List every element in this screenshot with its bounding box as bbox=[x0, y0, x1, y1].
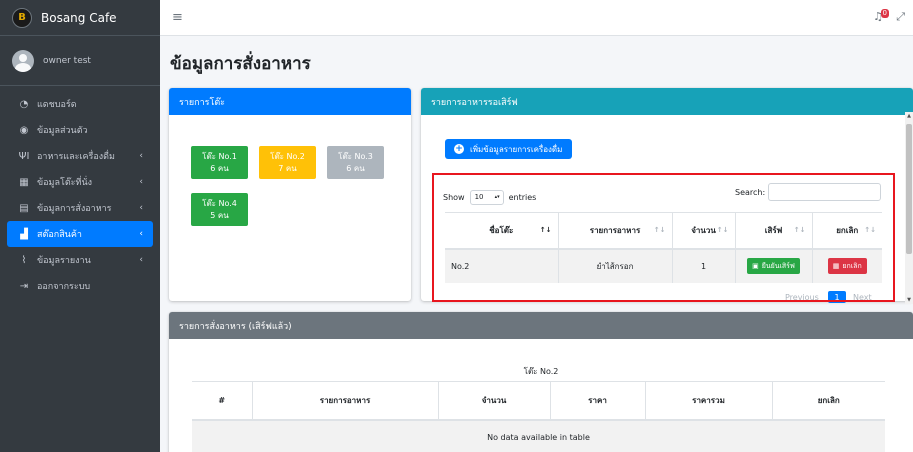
table-tile-4[interactable]: โต๊ะ No.4 5 คน bbox=[191, 193, 248, 226]
boxes-icon: ▟ bbox=[20, 228, 28, 240]
clipboard-icon: ▤ bbox=[19, 202, 29, 214]
sidebar-item-label: แดชบอร์ด bbox=[37, 100, 77, 110]
chevron-left-icon: ‹ bbox=[139, 255, 143, 265]
column-header-total[interactable]: ราคารวม bbox=[644, 381, 772, 421]
plus-circle-icon: + bbox=[454, 144, 464, 154]
pending-card-header: รายการอาหารรอเสิร์ฟ bbox=[421, 88, 913, 115]
scroll-down-icon[interactable]: ▼ bbox=[905, 297, 913, 303]
table-name: โต๊ะ No.1 bbox=[202, 151, 237, 161]
sidebar-item-label: ข้อมูลการสั่งอาหาร bbox=[37, 204, 112, 214]
user-circle-icon: ◉ bbox=[19, 124, 29, 136]
table-seats: 6 คน bbox=[346, 163, 365, 173]
column-header-food[interactable]: รายการอาหาร bbox=[251, 381, 438, 421]
notification-badge: 0 bbox=[880, 9, 889, 18]
served-table-subtitle: โต๊ะ No.2 bbox=[523, 367, 559, 376]
table-tile-2[interactable]: โต๊ะ No.2 7 คน bbox=[259, 146, 316, 179]
top-navbar: ≡ ♫ 0 ⤢ bbox=[160, 0, 913, 36]
user-name: owner test bbox=[43, 55, 91, 66]
table-seats: 5 คน bbox=[210, 210, 229, 220]
column-header-index[interactable]: # bbox=[192, 381, 252, 421]
chevron-left-icon: ‹ bbox=[139, 151, 143, 161]
table-icon: ▦ bbox=[19, 176, 29, 188]
sidebar-item-7[interactable]: ⌇ ข้อมูลรายงาน ‹ bbox=[7, 247, 153, 273]
table-tile-3[interactable]: โต๊ะ No.3 6 คน bbox=[327, 146, 384, 179]
sidebar-item-1[interactable]: ◔ แดชบอร์ด bbox=[7, 91, 153, 117]
menu-toggle-icon[interactable]: ≡ bbox=[172, 10, 183, 25]
brand-name: Bosang Cafe bbox=[41, 10, 117, 25]
table-seats: 6 คน bbox=[210, 163, 229, 173]
empty-table-message: No data available in table bbox=[192, 419, 885, 452]
sidebar-item-label: ออกจากระบบ bbox=[37, 282, 91, 292]
sidebar-item-label: ข้อมูลโต๊ะที่นั่ง bbox=[37, 178, 92, 188]
scroll-up-icon[interactable]: ▲ bbox=[905, 113, 913, 119]
table-row: No data available in table bbox=[192, 419, 885, 452]
chevron-left-icon: ‹ bbox=[139, 177, 143, 187]
sidebar-item-8[interactable]: ⇥ ออกจากระบบ bbox=[7, 273, 153, 299]
page-title: ข้อมูลการสั่งอาหาร bbox=[170, 54, 311, 74]
sidebar: B Bosang Cafe owner test ◔ แดชบอร์ด ◉ ข้อมู… bbox=[0, 0, 160, 452]
sidebar-item-2[interactable]: ◉ ข้อมูลส่วนตัว bbox=[7, 117, 153, 143]
chevron-left-icon: ‹ bbox=[139, 203, 143, 213]
chart-line-icon: ⌇ bbox=[21, 254, 27, 266]
tables-card-header: รายการโต๊ะ bbox=[169, 88, 411, 115]
sidebar-item-6[interactable]: ▟ สต๊อกสินค้า ‹ bbox=[7, 221, 153, 247]
column-header-cancel[interactable]: ยกเลิก bbox=[771, 381, 885, 421]
sidebar-item-label: สต๊อกสินค้า bbox=[37, 230, 82, 240]
column-header-price[interactable]: ราคา bbox=[549, 381, 645, 421]
highlight-box bbox=[432, 173, 895, 302]
add-drink-label: เพิ่มข้อมูลรายการเครื่องดื่ม bbox=[470, 144, 563, 154]
scroll-thumb[interactable] bbox=[906, 124, 912, 254]
avatar bbox=[12, 49, 34, 72]
sidebar-item-3[interactable]: ΨΙ อาหารและเครื่องดื่ม ‹ bbox=[7, 143, 153, 169]
sidebar-item-4[interactable]: ▦ ข้อมูลโต๊ะที่นั่ง ‹ bbox=[7, 169, 153, 195]
brand[interactable]: B Bosang Cafe bbox=[0, 0, 160, 36]
add-drink-button[interactable]: + เพิ่มข้อมูลรายการเครื่องดื่ม bbox=[445, 139, 573, 159]
user-panel[interactable]: owner test bbox=[0, 36, 160, 86]
sidebar-nav: ◔ แดชบอร์ด ◉ ข้อมูลส่วนตัว ΨΙ อาหารและเครื่อง… bbox=[0, 86, 160, 299]
column-header-qty[interactable]: จำนวน bbox=[437, 381, 550, 421]
dashboard-icon: ◔ bbox=[19, 98, 29, 110]
sidebar-item-label: อาหารและเครื่องดื่ม bbox=[37, 152, 115, 162]
table-name: โต๊ะ No.4 bbox=[202, 198, 237, 208]
fullscreen-icon[interactable]: ⤢ bbox=[896, 10, 905, 24]
served-orders-table: # รายการอาหาร จำนวน ราคา ราคารวม ยกเลิก … bbox=[192, 381, 885, 452]
card-scrollbar[interactable]: ▲ ▼ bbox=[905, 112, 913, 304]
served-card-header: รายการสั่งอาหาร (เสิร์ฟแล้ว) bbox=[169, 312, 913, 339]
table-name: โต๊ะ No.2 bbox=[270, 151, 305, 161]
sidebar-item-5[interactable]: ▤ ข้อมูลการสั่งอาหาร ‹ bbox=[7, 195, 153, 221]
table-name: โต๊ะ No.3 bbox=[338, 151, 373, 161]
table-tile-1[interactable]: โต๊ะ No.1 6 คน bbox=[191, 146, 248, 179]
utensils-icon: ΨΙ bbox=[18, 150, 30, 162]
brand-logo: B bbox=[12, 7, 32, 28]
chevron-left-icon: ‹ bbox=[139, 229, 143, 239]
sidebar-item-label: ข้อมูลรายงาน bbox=[37, 256, 91, 266]
sign-out-icon: ⇥ bbox=[19, 280, 29, 292]
sidebar-item-label: ข้อมูลส่วนตัว bbox=[37, 126, 88, 136]
table-seats: 7 คน bbox=[278, 163, 297, 173]
